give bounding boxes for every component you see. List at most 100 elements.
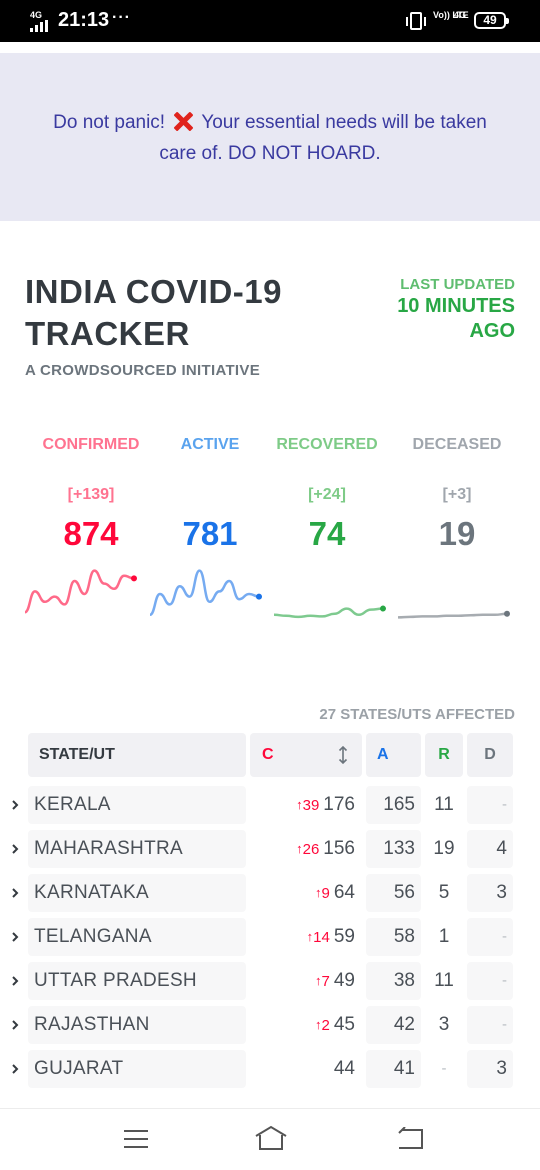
states-affected-count: 27 STATES/UTS AFFECTED bbox=[319, 706, 515, 723]
chevron-right-icon[interactable] bbox=[10, 928, 20, 946]
confirmed-cell: ↑2 45 bbox=[250, 1006, 362, 1044]
chevron-right-icon[interactable] bbox=[10, 884, 20, 902]
recovered-cell: 1 bbox=[425, 918, 463, 956]
last-updated: LAST UPDATED 10 MINUTES AGO bbox=[375, 276, 515, 344]
state-name: MAHARASHTRA bbox=[28, 830, 246, 868]
table-row[interactable]: TELANGANA ↑14 59 58 1- bbox=[0, 918, 540, 958]
table-row[interactable]: MAHARASHTRA ↑26 156 133 19 4 bbox=[0, 830, 540, 870]
stat-deceased-value: 19 bbox=[438, 515, 476, 552]
back-icon[interactable] bbox=[397, 1127, 425, 1151]
confirmed-value: 45 bbox=[333, 1014, 355, 1035]
column-header-state[interactable]: STATE/UT bbox=[28, 733, 246, 777]
recovered-sparkline bbox=[273, 605, 386, 619]
home-icon[interactable] bbox=[254, 1125, 288, 1151]
deceased-sparkline bbox=[397, 610, 510, 619]
active-cell: 58 bbox=[366, 918, 421, 956]
active-cell: 56 bbox=[366, 874, 421, 912]
confirmed-delta-value: 2 bbox=[321, 1017, 330, 1034]
active-cell: 165 bbox=[366, 786, 421, 824]
confirmed-delta: ↑14 bbox=[307, 929, 330, 946]
active-cell: 41 bbox=[366, 1050, 421, 1088]
stat-deceased-label: DECEASED bbox=[412, 436, 502, 453]
network-4g-indicator: 4G bbox=[454, 10, 467, 20]
system-navigation-bar bbox=[0, 1108, 540, 1170]
confirmed-cell: 44 bbox=[250, 1050, 362, 1088]
stat-confirmed: CONFIRMED [+139] 874 bbox=[26, 435, 156, 553]
stat-active: ACTIVE 781 bbox=[145, 435, 275, 553]
confirmed-delta: ↑26 bbox=[296, 841, 319, 858]
confirmed-value: 176 bbox=[323, 794, 355, 815]
confirmed-delta: ↑2 bbox=[315, 1017, 330, 1034]
sparkline-path bbox=[273, 607, 384, 619]
recovered-cell: 19 bbox=[425, 830, 463, 868]
sort-icon[interactable] bbox=[338, 746, 348, 764]
confirmed-cell: ↑39 176 bbox=[250, 786, 362, 824]
confirmed-delta-value: 7 bbox=[321, 973, 330, 990]
battery-icon: 49 bbox=[474, 12, 509, 29]
sparkline-path bbox=[149, 569, 260, 617]
state-name: UTTAR PRADESH bbox=[28, 962, 246, 1000]
column-header-confirmed[interactable]: C bbox=[250, 733, 362, 777]
stat-recovered: RECOVERED [+24] 74 bbox=[262, 435, 392, 553]
confirmed-delta: ↑39 bbox=[296, 797, 319, 814]
stat-active-label: ACTIVE bbox=[180, 436, 240, 453]
sparkline-end-dot bbox=[504, 610, 510, 617]
chevron-right-icon[interactable] bbox=[10, 1060, 20, 1078]
confirmed-value: 156 bbox=[323, 838, 355, 859]
page-title: INDIA COVID-19 TRACKER bbox=[25, 273, 282, 352]
confirmed-value: 49 bbox=[333, 970, 355, 991]
deceased-cell: - bbox=[467, 786, 513, 824]
last-updated-value: 10 MINUTES AGO bbox=[397, 295, 515, 342]
table-row[interactable]: KERALA ↑39 176 165 11- bbox=[0, 786, 540, 826]
chevron-right-icon[interactable] bbox=[10, 840, 20, 858]
page-subtitle: A CROWDSOURCED INITIATIVE bbox=[25, 362, 260, 379]
column-header-recovered[interactable]: R bbox=[425, 733, 463, 777]
state-name: TELANGANA bbox=[28, 918, 246, 956]
deceased-cell: 3 bbox=[467, 1050, 513, 1088]
chevron-right-icon[interactable] bbox=[10, 796, 20, 814]
confirmed-delta: ↑7 bbox=[315, 973, 330, 990]
network-type: 4G bbox=[30, 10, 43, 20]
table-row[interactable]: RAJASTHAN ↑2 45 42 3- bbox=[0, 1006, 540, 1046]
recent-apps-icon[interactable] bbox=[124, 1130, 148, 1148]
clock: 21:13 bbox=[58, 9, 110, 31]
deceased-cell: - bbox=[467, 962, 513, 1000]
deceased-cell: 4 bbox=[467, 830, 513, 868]
last-updated-label: LAST UPDATED bbox=[400, 276, 515, 293]
confirmed-cell: ↑7 49 bbox=[250, 962, 362, 1000]
active-cell: 38 bbox=[366, 962, 421, 1000]
confirmed-cell: ↑26 156 bbox=[250, 830, 362, 868]
column-header-active[interactable]: A bbox=[366, 733, 421, 777]
active-cell: 42 bbox=[366, 1006, 421, 1044]
sparkline-path bbox=[397, 612, 508, 619]
stat-confirmed-delta: [+139] bbox=[67, 486, 115, 503]
table-row[interactable]: KARNATAKA ↑9 64 56 5 3 bbox=[0, 874, 540, 914]
state-name: RAJASTHAN bbox=[28, 1006, 246, 1044]
active-cell: 133 bbox=[366, 830, 421, 868]
state-name: GUJARAT bbox=[28, 1050, 246, 1088]
stat-recovered-delta: [+24] bbox=[308, 486, 346, 503]
confirmed-delta-value: 39 bbox=[302, 797, 320, 814]
state-name: KERALA bbox=[28, 786, 246, 824]
table-row[interactable]: UTTAR PRADESH ↑7 49 38 11- bbox=[0, 962, 540, 1002]
confirmed-delta-value: 9 bbox=[321, 885, 330, 902]
recovered-cell: 11 bbox=[425, 786, 463, 824]
column-header-confirmed-label: C bbox=[262, 746, 274, 763]
stat-recovered-label: RECOVERED bbox=[276, 436, 378, 453]
sparkline-path bbox=[24, 569, 135, 614]
advisory-text: Do not panic! Your essential needs will … bbox=[40, 107, 500, 169]
confirmed-cell: ↑9 64 bbox=[250, 874, 362, 912]
recovered-cell: - bbox=[425, 1050, 463, 1088]
confirmed-sparkline bbox=[24, 569, 137, 614]
chevron-right-icon[interactable] bbox=[10, 972, 20, 990]
advisory-text-start: Do not panic! bbox=[53, 112, 166, 133]
stat-deceased: DECEASED [+3] 19 bbox=[392, 435, 522, 553]
column-header-deceased[interactable]: D bbox=[467, 733, 513, 777]
stat-active-value: 781 bbox=[182, 515, 238, 552]
active-sparkline bbox=[149, 569, 262, 617]
deceased-cell: - bbox=[467, 918, 513, 956]
advisory-text-end: Your essential needs will be taken care … bbox=[159, 112, 487, 164]
deceased-cell: - bbox=[467, 1006, 513, 1044]
table-row[interactable]: GUJARAT 44 41-3 bbox=[0, 1050, 540, 1090]
chevron-right-icon[interactable] bbox=[10, 1016, 20, 1034]
